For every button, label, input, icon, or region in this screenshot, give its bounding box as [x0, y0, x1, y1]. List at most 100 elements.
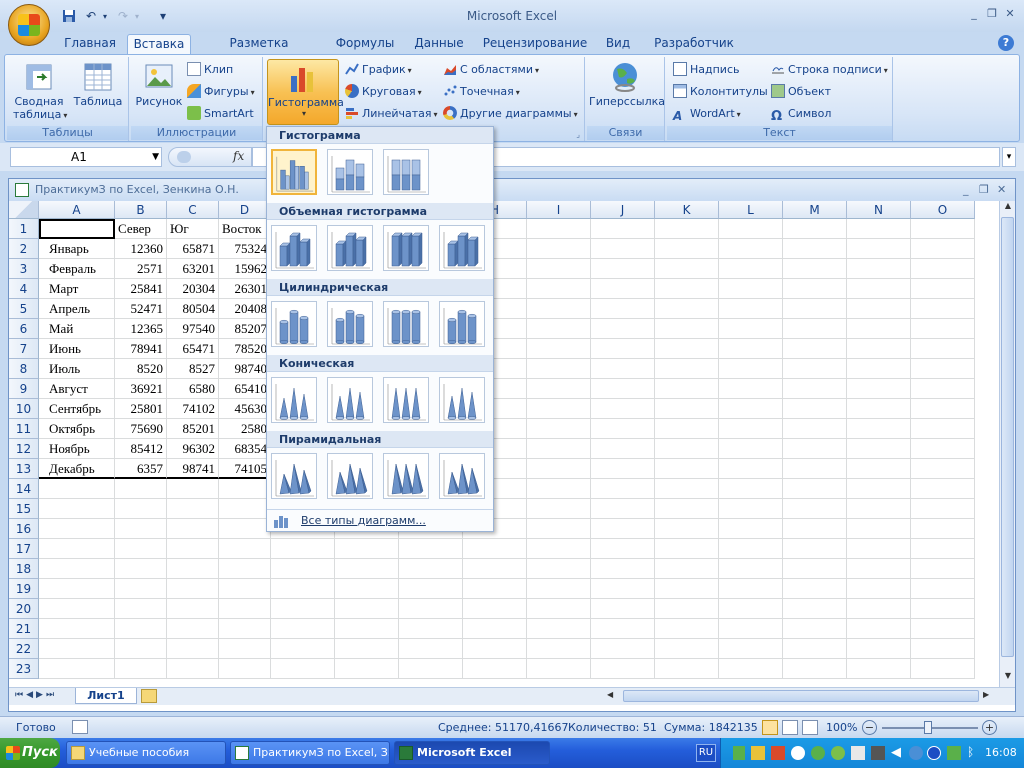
- column-header-n[interactable]: N: [847, 201, 911, 219]
- cell[interactable]: [655, 259, 719, 279]
- bar-chart-button[interactable]: Линейчатая ▾: [345, 105, 438, 123]
- cell[interactable]: 20304: [167, 279, 219, 299]
- cell[interactable]: [167, 659, 219, 679]
- cell[interactable]: [591, 539, 655, 559]
- cell[interactable]: [911, 559, 975, 579]
- row-header[interactable]: 18: [9, 559, 39, 579]
- cell[interactable]: [527, 519, 591, 539]
- cell[interactable]: [719, 619, 783, 639]
- row-header[interactable]: 14: [9, 479, 39, 499]
- row-header[interactable]: 2: [9, 239, 39, 259]
- cell[interactable]: [655, 299, 719, 319]
- cell[interactable]: [655, 479, 719, 499]
- row-header[interactable]: 7: [9, 339, 39, 359]
- vertical-scrollbar[interactable]: ▲ ▼: [999, 201, 1015, 687]
- cell[interactable]: [591, 479, 655, 499]
- dialog-launcher-icon[interactable]: ⌟: [576, 130, 580, 139]
- cell[interactable]: [719, 339, 783, 359]
- hyperlink-button[interactable]: Гиперссылка: [589, 59, 665, 108]
- cell[interactable]: [167, 639, 219, 659]
- cell[interactable]: [655, 239, 719, 259]
- row-header[interactable]: 6: [9, 319, 39, 339]
- cell[interactable]: [655, 639, 719, 659]
- line-chart-button[interactable]: График ▾: [345, 61, 412, 79]
- cell[interactable]: [719, 519, 783, 539]
- cell[interactable]: [783, 439, 847, 459]
- scroll-left-icon[interactable]: ◀: [607, 690, 613, 699]
- cell[interactable]: [719, 499, 783, 519]
- 3d-column-3d-chart-option[interactable]: [439, 225, 485, 271]
- task-excel[interactable]: Microsoft Excel: [394, 741, 550, 765]
- minimize-icon[interactable]: _: [966, 6, 982, 22]
- cell[interactable]: [655, 539, 719, 559]
- cell[interactable]: [399, 559, 463, 579]
- cell[interactable]: [39, 519, 115, 539]
- cell[interactable]: [463, 619, 527, 639]
- cell[interactable]: 2571: [115, 259, 167, 279]
- column-header-l[interactable]: L: [719, 201, 783, 219]
- cell[interactable]: [591, 399, 655, 419]
- cell[interactable]: [527, 399, 591, 419]
- cell[interactable]: Октябрь: [39, 419, 115, 439]
- cell[interactable]: [719, 279, 783, 299]
- cell[interactable]: [783, 619, 847, 639]
- cell[interactable]: [911, 479, 975, 499]
- cell[interactable]: [655, 559, 719, 579]
- cell[interactable]: [527, 439, 591, 459]
- select-all-corner[interactable]: [9, 201, 39, 219]
- column-header-c[interactable]: C: [167, 201, 219, 219]
- cell[interactable]: [591, 339, 655, 359]
- cell[interactable]: [39, 639, 115, 659]
- column-stacked-chart-option[interactable]: [327, 149, 373, 195]
- cell[interactable]: [911, 519, 975, 539]
- cell[interactable]: Восток: [219, 219, 271, 239]
- cell[interactable]: [219, 659, 271, 679]
- cell[interactable]: [911, 339, 975, 359]
- cell[interactable]: 74105: [219, 459, 271, 479]
- tray-clock-icon[interactable]: [791, 746, 805, 760]
- cell[interactable]: [655, 519, 719, 539]
- cell[interactable]: [847, 339, 911, 359]
- cell[interactable]: [115, 559, 167, 579]
- cell[interactable]: 6580: [167, 379, 219, 399]
- row-header[interactable]: 10: [9, 399, 39, 419]
- cell[interactable]: [719, 479, 783, 499]
- battery-icon[interactable]: [733, 746, 745, 760]
- cell[interactable]: [335, 539, 399, 559]
- cell[interactable]: [115, 539, 167, 559]
- cell[interactable]: [783, 599, 847, 619]
- tray-display-icon[interactable]: [851, 746, 865, 760]
- cell[interactable]: [335, 619, 399, 639]
- cell[interactable]: 26301: [219, 279, 271, 299]
- cell[interactable]: [39, 559, 115, 579]
- cell[interactable]: [271, 559, 335, 579]
- cell[interactable]: [591, 299, 655, 319]
- cell[interactable]: [783, 539, 847, 559]
- cell[interactable]: [39, 619, 115, 639]
- cell[interactable]: [271, 659, 335, 679]
- symbol-button[interactable]: Ω Символ: [771, 105, 831, 124]
- cell[interactable]: [527, 479, 591, 499]
- cell[interactable]: [783, 519, 847, 539]
- cell[interactable]: [167, 619, 219, 639]
- insert-sheet-icon[interactable]: [141, 689, 157, 703]
- cell[interactable]: [115, 479, 167, 499]
- smartart-button[interactable]: SmartArt: [187, 105, 254, 123]
- cell[interactable]: [527, 279, 591, 299]
- 3d-column-stacked-chart-option[interactable]: [327, 225, 373, 271]
- cell[interactable]: Июнь: [39, 339, 115, 359]
- cell[interactable]: 2580: [219, 419, 271, 439]
- cell[interactable]: Сентябрь: [39, 399, 115, 419]
- cell[interactable]: [39, 539, 115, 559]
- cell[interactable]: [783, 359, 847, 379]
- cell[interactable]: [847, 539, 911, 559]
- vertical-scroll-thumb[interactable]: [1001, 217, 1014, 657]
- cell[interactable]: [911, 579, 975, 599]
- horizontal-scroll-thumb[interactable]: [623, 690, 979, 702]
- zoom-in-icon[interactable]: +: [982, 720, 997, 735]
- cell[interactable]: [911, 239, 975, 259]
- cell[interactable]: [591, 319, 655, 339]
- cell[interactable]: [335, 659, 399, 679]
- tab-home[interactable]: Главная: [60, 34, 120, 54]
- zoom-slider-thumb[interactable]: [924, 721, 932, 734]
